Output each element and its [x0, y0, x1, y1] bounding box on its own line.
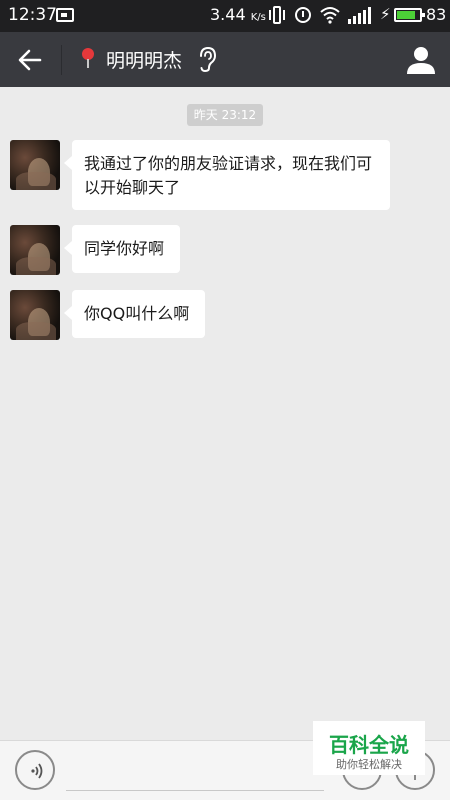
message-row: 同学你好啊	[10, 225, 430, 275]
chat-title: 明明明杰	[106, 50, 183, 72]
charging-icon: ⚡	[380, 5, 391, 23]
battery-percent: 83	[426, 5, 447, 24]
network-speed: 3.44 K/s	[210, 5, 266, 24]
notification-icon	[56, 8, 74, 22]
watermark: 百科全说 助你轻松解决	[313, 721, 425, 775]
header-divider	[61, 45, 62, 75]
back-arrow-icon	[18, 49, 42, 71]
signal-icon	[348, 6, 372, 24]
wifi-icon	[320, 6, 340, 24]
message-bubble[interactable]: 我通过了你的朋友验证请求，现在我们可以开始聊天了	[64, 140, 390, 210]
message-bubble[interactable]: 同学你好啊	[64, 225, 180, 273]
watermark-subtitle: 助你轻松解决	[336, 758, 402, 771]
voice-icon	[31, 763, 43, 779]
voice-button[interactable]	[15, 750, 55, 790]
profile-button[interactable]	[400, 38, 442, 80]
person-icon	[407, 47, 435, 74]
avatar[interactable]	[10, 140, 60, 190]
location-pin-icon	[82, 48, 94, 68]
chat-header: 明明明杰	[0, 32, 450, 87]
avatar[interactable]	[10, 225, 60, 275]
message-input[interactable]	[66, 751, 324, 791]
chat-area[interactable]: 昨天 23:12 我通过了你的朋友验证请求，现在我们可以开始聊天了 同学你好啊 …	[0, 87, 450, 740]
battery-icon	[394, 8, 425, 22]
watermark-title: 百科全说	[329, 733, 409, 757]
status-bar: 12:37 3.44 K/s ⚡ 83	[0, 0, 450, 32]
message-bubble[interactable]: 你QQ叫什么啊	[64, 290, 205, 338]
message-timestamp: 昨天 23:12	[187, 104, 263, 126]
alarm-icon	[294, 6, 312, 24]
back-button[interactable]	[10, 40, 50, 80]
vibrate-icon	[269, 6, 285, 24]
earpiece-icon[interactable]	[196, 45, 218, 73]
avatar[interactable]	[10, 290, 60, 340]
message-row: 我通过了你的朋友验证请求，现在我们可以开始聊天了	[10, 140, 430, 210]
message-row: 你QQ叫什么啊	[10, 290, 430, 340]
status-time: 12:37	[8, 5, 57, 25]
